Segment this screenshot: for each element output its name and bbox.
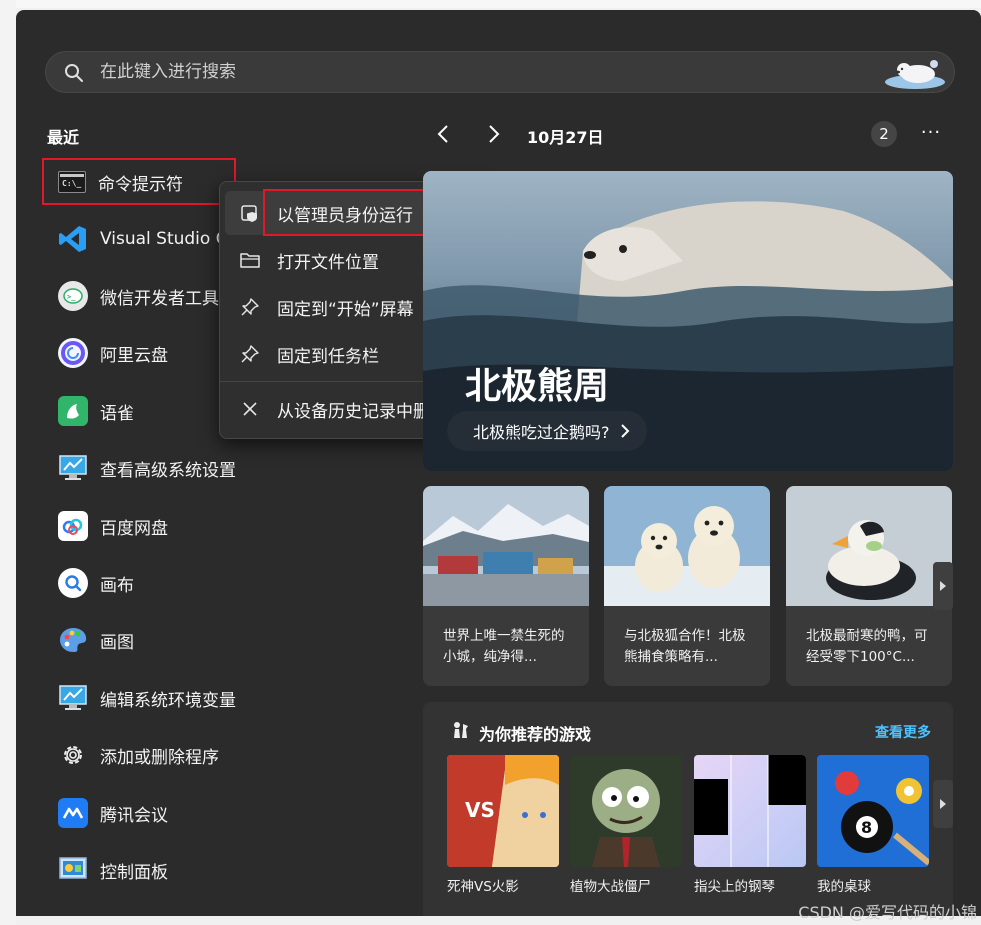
more-options-icon[interactable]: ···	[919, 122, 943, 146]
ctx-label: 固定到“开始”屏幕	[277, 299, 414, 320]
news-card-title: 世界上唯一禁生死的小城，纯净得...	[443, 628, 565, 665]
tencent-meeting-icon	[58, 798, 88, 828]
yuque-icon	[58, 396, 88, 426]
recent-app-label: 控制面板	[100, 862, 168, 883]
svg-text:8: 8	[861, 818, 872, 837]
polar-bear-cubs-image	[604, 486, 770, 606]
recent-app-label: 阿里云盘	[100, 345, 168, 366]
chevron-right-icon	[621, 424, 630, 438]
arctic-town-image	[423, 486, 589, 606]
games-scroll-right-button[interactable]	[933, 780, 953, 828]
hero-title: 北极熊周	[465, 366, 610, 407]
news-card[interactable]: 世界上唯一禁生死的小城，纯净得...	[423, 486, 589, 686]
polar-bear-search-art-icon	[885, 60, 945, 89]
ctx-label: 打开文件位置	[277, 252, 379, 273]
control-panel-icon	[58, 855, 88, 885]
window-frame-top	[0, 0, 981, 8]
recommended-games-section: 为你推荐的游戏 查看更多 VS 死神VS火影 植物大战僵尸 指尖上的钢琴 8 我…	[423, 702, 953, 916]
piano-tiles-cover	[694, 755, 806, 867]
gear-icon	[58, 740, 88, 770]
recent-app-tencent-meeting[interactable]: 腾讯会议	[42, 788, 412, 838]
highlight-box-cmd	[42, 158, 236, 205]
game-tile[interactable]: VS 死神VS火影	[447, 755, 559, 895]
recent-app-env-vars[interactable]: 编辑系统环境变量	[42, 673, 412, 723]
highlight-box-run-as-admin	[263, 189, 449, 236]
admin-shield-icon	[239, 202, 261, 224]
recent-app-paint[interactable]: 画图	[42, 615, 412, 665]
recent-app-control-panel[interactable]: 控制面板	[42, 845, 412, 895]
game-tile[interactable]: 8 我的桌球	[817, 755, 929, 895]
pin-icon	[239, 296, 261, 318]
recent-app-baidu-netdisk[interactable]: 百度网盘	[42, 501, 412, 551]
hero-question-label: 北极熊吃过企鹅吗?	[473, 423, 610, 442]
game-title: 指尖上的钢琴	[694, 879, 775, 895]
see-more-link[interactable]: 查看更多	[875, 722, 931, 742]
baidu-netdisk-icon	[58, 511, 88, 541]
pin-icon	[239, 343, 261, 365]
svg-text:>_: >_	[67, 293, 76, 301]
game-tile[interactable]: 植物大战僵尸	[570, 755, 682, 895]
recent-app-label: 百度网盘	[100, 518, 168, 539]
recent-section-title: 最近	[47, 128, 80, 147]
game-title: 我的桌球	[817, 879, 871, 895]
news-card-title: 与北极狐合作！北极熊捕食策略有...	[624, 628, 746, 665]
canvas-icon	[58, 568, 88, 598]
chevron-right-icon[interactable]	[482, 123, 504, 145]
game-title: 死神VS火影	[447, 879, 519, 895]
hero-question-button[interactable]: 北极熊吃过企鹅吗?	[447, 411, 647, 451]
window-frame-left	[0, 0, 16, 925]
recent-app-label: 查看高级系统设置	[100, 460, 236, 481]
plants-vs-zombies-cover	[570, 755, 682, 867]
recent-app-system-settings[interactable]: 查看高级系统设置	[42, 443, 412, 493]
paint-icon	[58, 625, 88, 655]
folder-icon	[239, 249, 261, 271]
svg-text:VS: VS	[465, 798, 495, 822]
ctx-label: 从设备历史记录中删除	[277, 401, 447, 422]
recent-app-label: 微信开发者工具	[100, 288, 219, 309]
recent-app-label: 画图	[100, 632, 134, 653]
caret-right-icon	[940, 799, 946, 809]
chevron-left-icon[interactable]	[433, 123, 455, 145]
news-scroll-right-button[interactable]	[933, 562, 953, 610]
news-card[interactable]: 与北极狐合作！北极熊捕食策略有...	[604, 486, 770, 686]
games-section-title: 为你推荐的游戏	[479, 725, 592, 744]
recent-app-label: 编辑系统环境变量	[100, 690, 236, 711]
news-card[interactable]: 北极最耐寒的鸭，可经受零下100°C...	[786, 486, 952, 686]
env-vars-icon	[58, 683, 88, 713]
notification-badge[interactable]: 2	[871, 121, 897, 147]
recent-app-canvas[interactable]: 画布	[42, 558, 412, 608]
search-input[interactable]	[100, 52, 800, 92]
recent-app-add-remove-programs[interactable]: 添加或删除程序	[42, 730, 412, 780]
ctx-label: 固定到任务栏	[277, 346, 379, 367]
game-tile[interactable]: 指尖上的钢琴	[694, 755, 806, 895]
search-icon	[65, 64, 83, 82]
hero-card[interactable]: 北极熊周 北极熊吃过企鹅吗?	[423, 171, 953, 471]
news-card-title: 北极最耐寒的鸭，可经受零下100°C...	[806, 628, 928, 665]
aliyun-drive-icon	[58, 338, 88, 368]
feed-date: 10月27日	[527, 128, 604, 147]
watermark-text: CSDN @爱写代码的小锦	[798, 903, 977, 922]
close-icon	[239, 398, 261, 420]
caret-right-icon	[940, 581, 946, 591]
recent-app-label: 腾讯会议	[100, 805, 168, 826]
wechat-devtools-icon: >_	[58, 281, 88, 311]
system-settings-icon	[58, 453, 88, 483]
vscode-icon	[58, 224, 88, 254]
chess-pieces-icon	[454, 722, 468, 738]
bleach-vs-naruto-cover: VS	[447, 755, 559, 867]
eider-duck-image	[786, 486, 952, 606]
search-bar[interactable]	[45, 51, 955, 93]
recent-app-label: 语雀	[100, 403, 134, 424]
recent-app-label: 画布	[100, 575, 134, 596]
billiards-cover: 8	[817, 755, 929, 867]
game-title: 植物大战僵尸	[570, 879, 651, 895]
start-menu: 最近 C:\_ 命令提示符 Visual Studio Code >_ 微信开发…	[16, 10, 981, 916]
recent-app-label: 添加或删除程序	[100, 747, 219, 768]
